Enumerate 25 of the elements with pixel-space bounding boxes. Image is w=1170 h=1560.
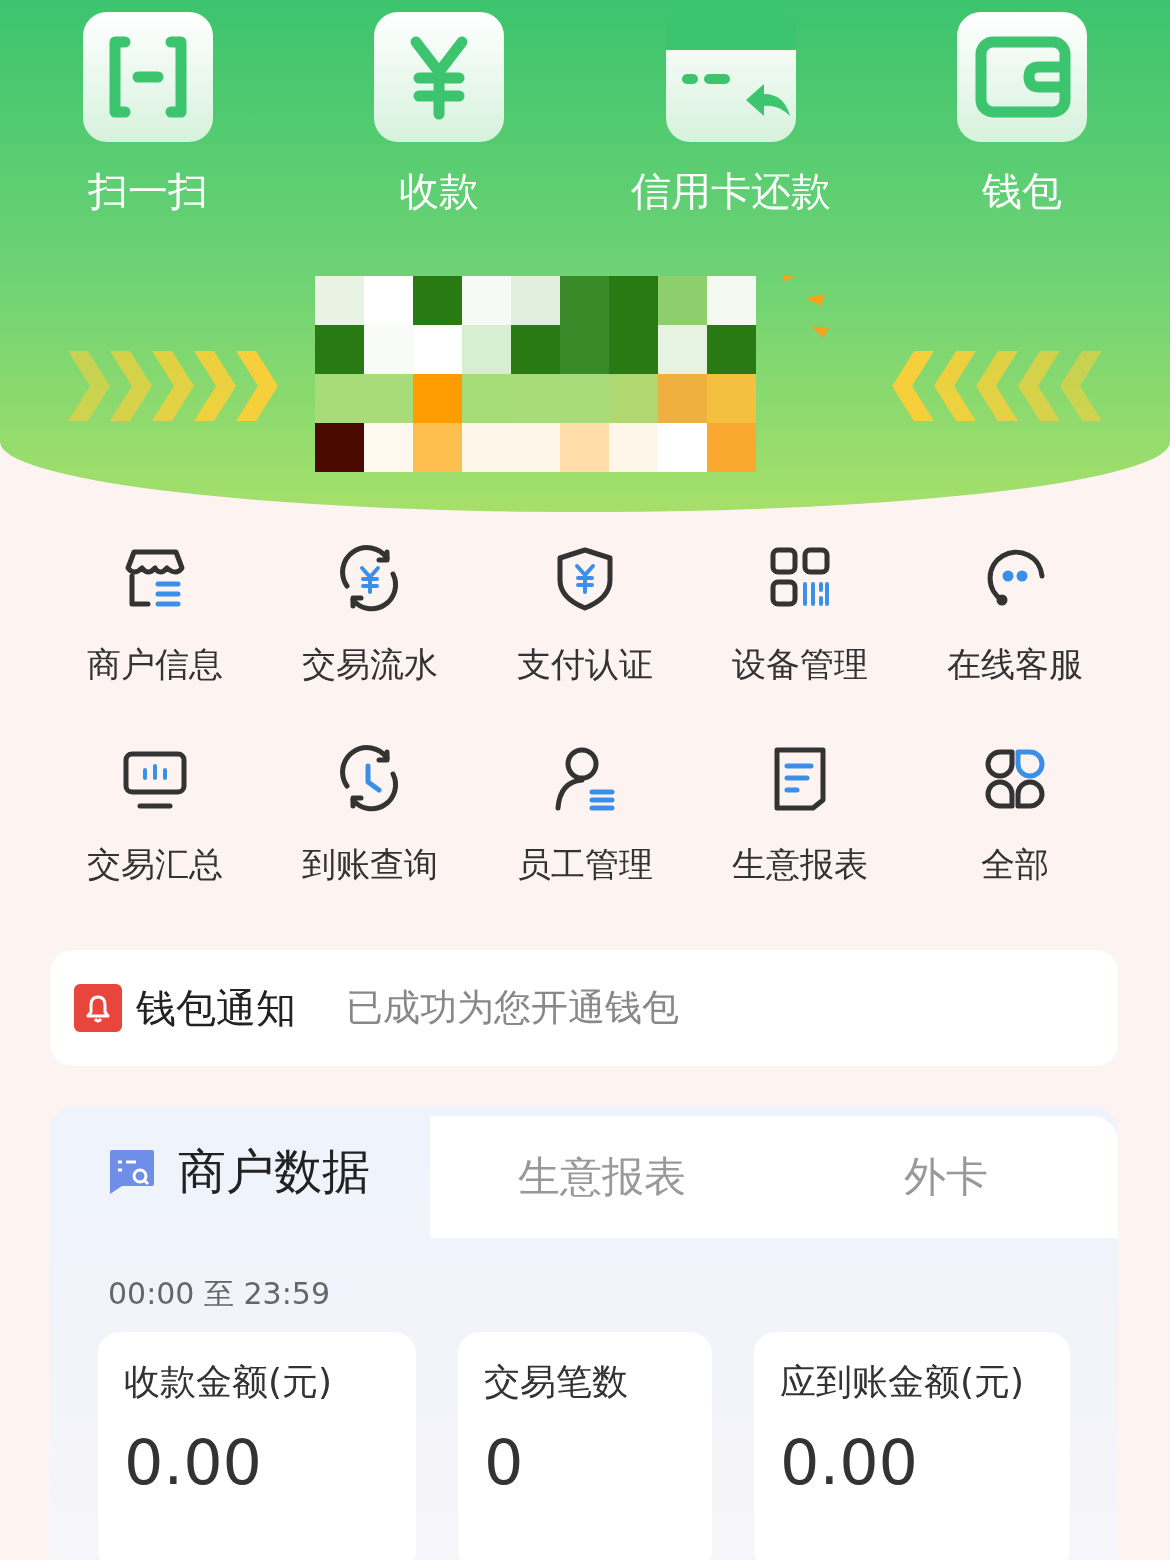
- data-tab[interactable]: 商户数据: [50, 1106, 430, 1238]
- chevrons-icon: [892, 351, 1102, 421]
- service-label[interactable]: 全部: [980, 842, 1049, 886]
- stat-value: 0.00: [124, 1425, 264, 1501]
- notice-card[interactable]: 钱包通知 已成功为您开通钱包: [50, 950, 1118, 1066]
- bell-icon: [74, 984, 122, 1032]
- chevrons-icon: [68, 351, 278, 421]
- time-range: 00:00 至 23:59: [107, 1275, 331, 1313]
- service-label[interactable]: 商户信息: [87, 642, 224, 686]
- chat-search-icon: [108, 1148, 156, 1196]
- service-label[interactable]: 支付认证: [517, 642, 653, 686]
- notice-title: 钱包通知: [136, 983, 296, 1033]
- service-label[interactable]: 在线客服: [946, 642, 1083, 686]
- service-label[interactable]: 交易汇总: [87, 842, 224, 886]
- service-label[interactable]: 设备管理: [731, 642, 868, 686]
- notice-message: 已成功为您开通钱包: [346, 985, 679, 1031]
- stat-value: 0.00: [780, 1425, 920, 1501]
- service-label[interactable]: 生意报表: [731, 842, 868, 886]
- stat-value: 0: [484, 1425, 525, 1501]
- service-label[interactable]: 员工管理: [517, 842, 653, 886]
- stat-label: 交易笔数: [484, 1360, 629, 1404]
- service-label[interactable]: 到账查询: [302, 842, 439, 886]
- stat-label: 收款金额(元): [124, 1360, 334, 1404]
- service-label[interactable]: 交易流水: [302, 642, 439, 686]
- stat-label: 应到账金额(元): [780, 1360, 1026, 1404]
